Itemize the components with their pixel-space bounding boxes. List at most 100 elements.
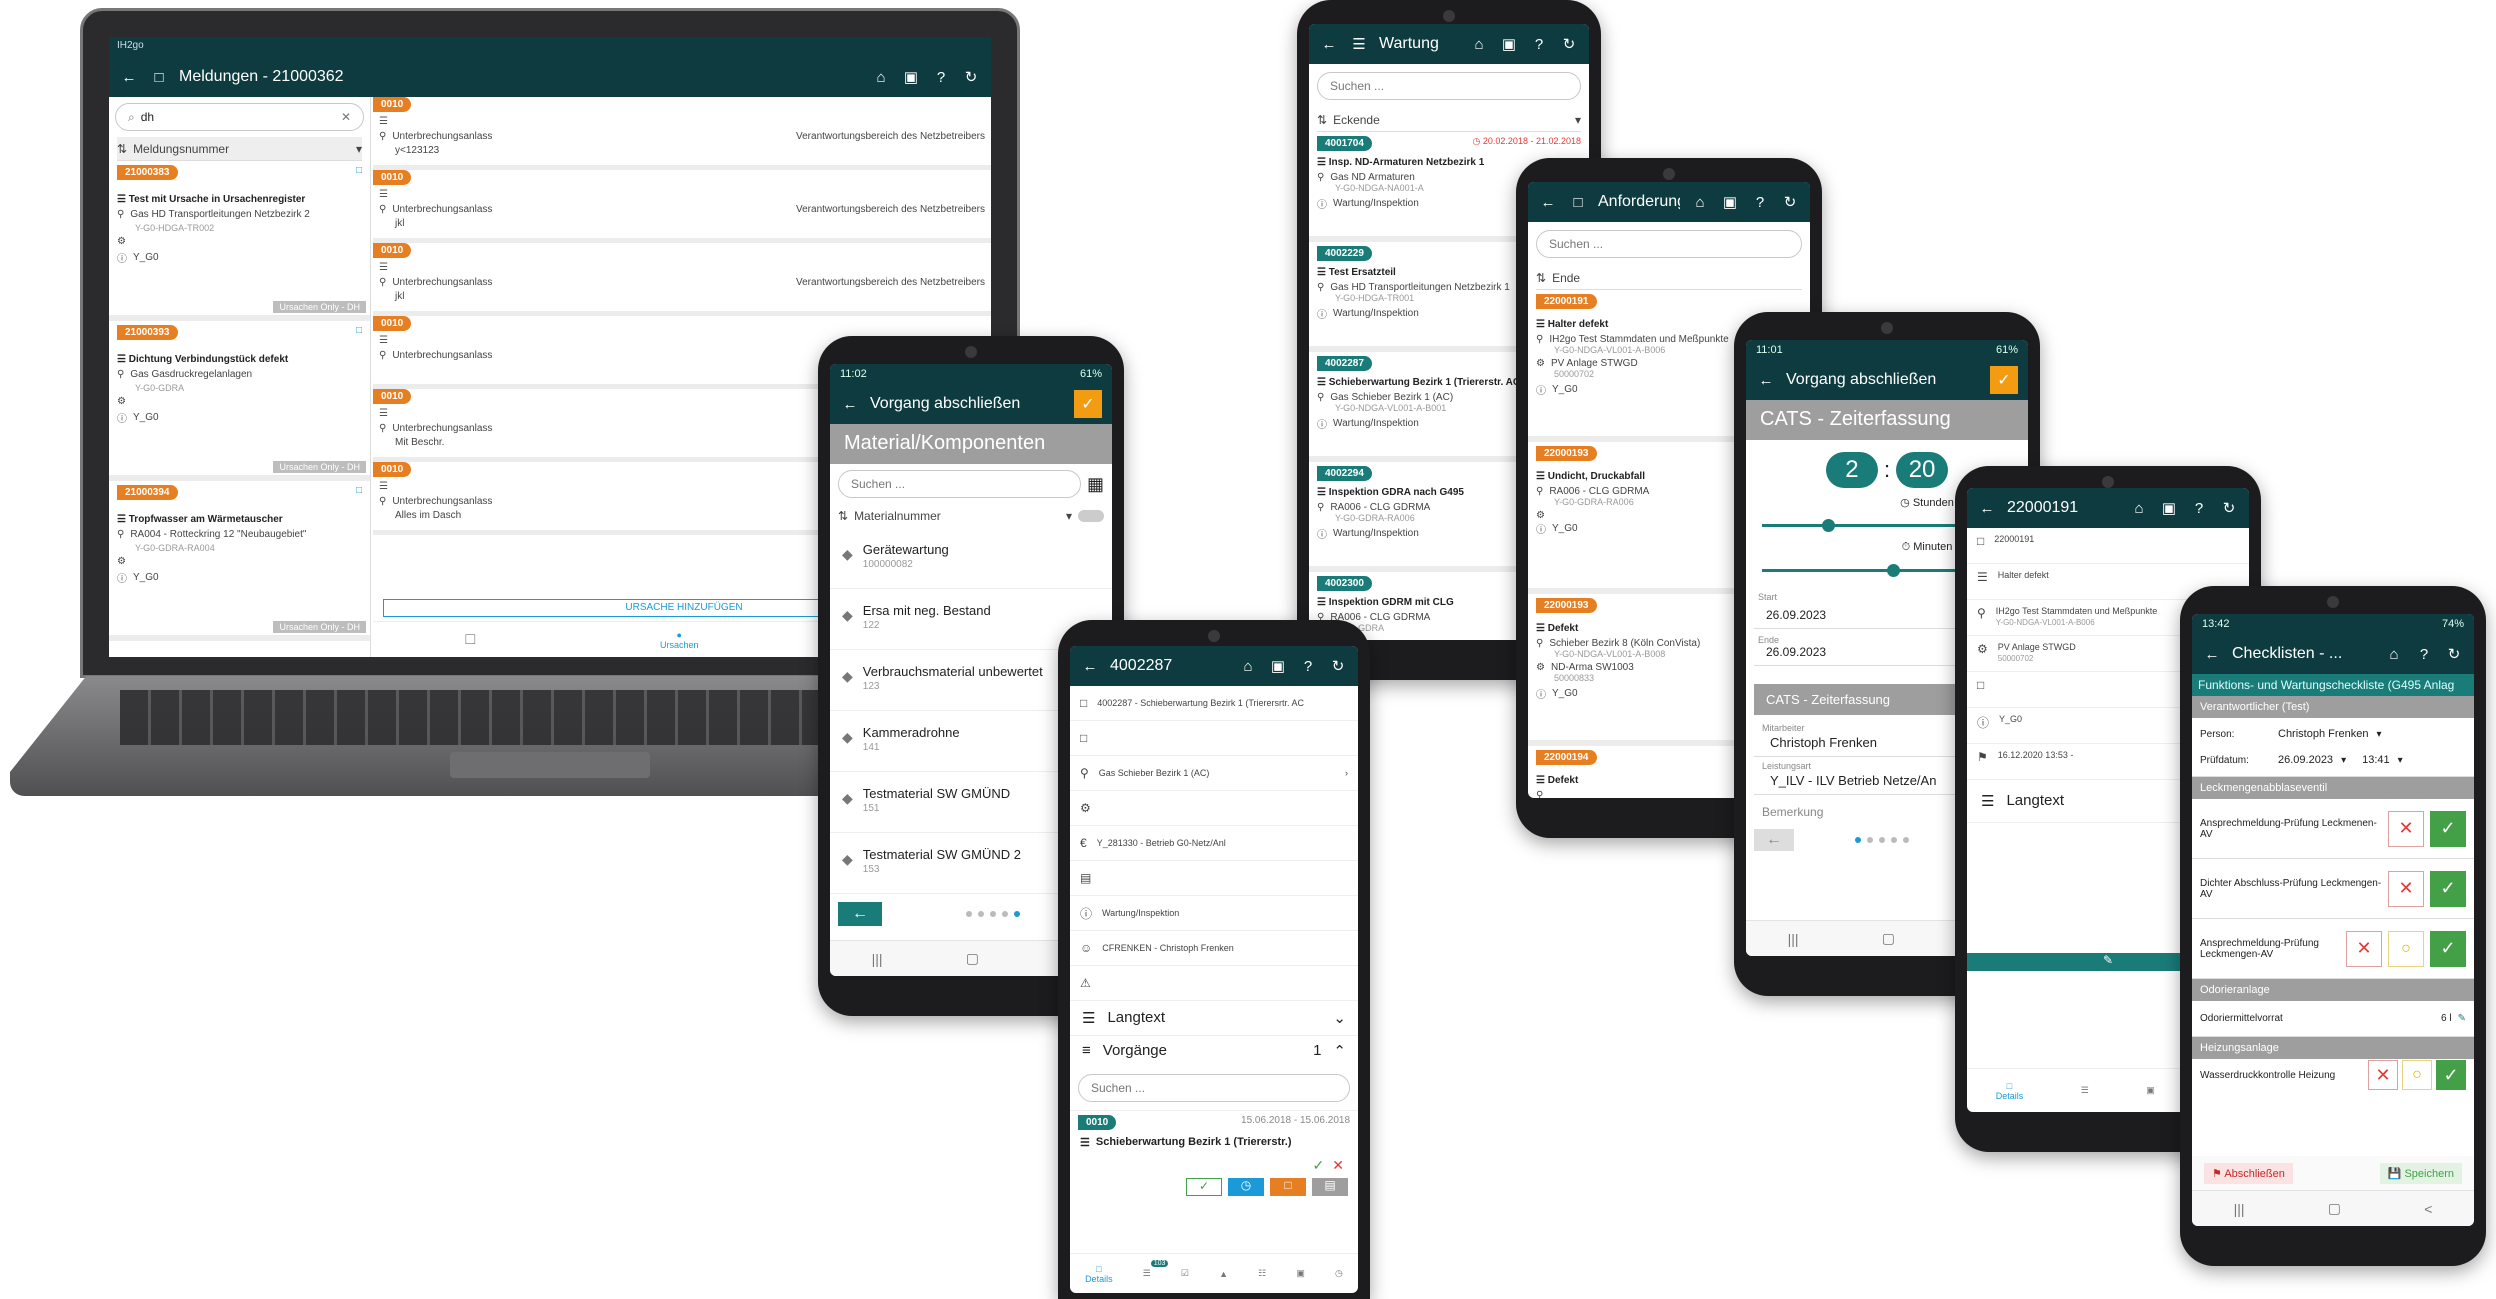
back-arrow-icon[interactable]: ← <box>1319 36 1339 53</box>
help-icon[interactable]: ? <box>2414 646 2434 663</box>
help-icon[interactable]: ? <box>931 69 951 86</box>
fail-button[interactable]: ✕ <box>2388 810 2424 847</box>
material-button[interactable]: □ <box>1270 1178 1306 1196</box>
sync-icon[interactable]: ↻ <box>1780 193 1800 211</box>
tab-details[interactable]: □ Details <box>1996 1081 2024 1101</box>
tab-details[interactable]: □ Details <box>1085 1264 1113 1284</box>
partial-button[interactable]: ○ <box>2402 1060 2432 1090</box>
confirm-check-button[interactable]: ✓ <box>1990 366 2018 394</box>
help-icon[interactable]: ? <box>1750 194 1770 211</box>
home-nav-icon[interactable]: ▢ <box>966 950 979 967</box>
sync-icon[interactable]: ↻ <box>1559 35 1579 53</box>
complete-button[interactable]: ✓ <box>1186 1178 1222 1196</box>
back-arrow-icon[interactable]: ← <box>1538 194 1558 211</box>
confirm-icon[interactable]: ✓ <box>1313 1157 1325 1174</box>
fail-button[interactable]: ✕ <box>2368 1060 2398 1090</box>
pass-button[interactable]: ✓ <box>2430 810 2466 847</box>
hours-value[interactable]: 2 <box>1825 452 1878 488</box>
image-icon[interactable]: ▣ <box>1499 35 1519 53</box>
home-icon[interactable]: ⌂ <box>871 69 891 86</box>
qr-code-icon[interactable]: ▦ <box>1087 474 1104 495</box>
clear-icon[interactable]: ✕ <box>341 110 351 124</box>
search-input[interactable]: Suchen ... <box>838 470 1081 498</box>
sort-select[interactable]: ⇅ Meldungsnummer ▾ <box>117 137 362 161</box>
sort-select[interactable]: ⇅ Ende <box>1536 266 1802 290</box>
cause-item[interactable]: 0010 ☰ ⚲ Unterbrechungsanlass Verantwortun… <box>373 170 991 243</box>
pass-button[interactable]: ✓ <box>2430 870 2466 907</box>
cube-tab-icon[interactable]: ▲ <box>1219 1269 1228 1279</box>
image-icon[interactable]: ▣ <box>901 68 921 86</box>
help-icon[interactable]: ? <box>1529 36 1549 53</box>
detail-row[interactable]: ⚲ Gas Schieber Bezirk 1 (AC) › <box>1070 756 1358 791</box>
time-button[interactable]: ◷ <box>1228 1178 1264 1196</box>
home-icon[interactable]: ⌂ <box>1690 194 1710 211</box>
cause-item[interactable]: 0010 ☰ ⚲ Unterbrechungsanlass Verantwortun… <box>373 243 991 316</box>
image-icon[interactable]: ▣ <box>2159 499 2179 517</box>
home-icon[interactable]: ⌂ <box>1469 36 1489 53</box>
time-select[interactable]: 13:41 <box>2362 754 2390 766</box>
fail-button[interactable]: ✕ <box>2388 870 2424 907</box>
save-button[interactable]: 💾 Speichern <box>2379 1162 2462 1184</box>
back-button[interactable]: ← <box>1754 829 1794 851</box>
sync-icon[interactable]: ↻ <box>2444 645 2464 663</box>
help-icon[interactable]: ? <box>1298 658 1318 675</box>
image-icon[interactable]: ▣ <box>1720 193 1740 211</box>
list-item[interactable]: 21000393 □ ☰ Dichtung Verbindungstück de… <box>109 321 370 481</box>
back-arrow-icon[interactable]: ← <box>119 69 139 86</box>
pass-button[interactable]: ✓ <box>2436 1060 2466 1090</box>
image-tab-icon[interactable]: ▣ <box>1296 1268 1305 1279</box>
cause-item[interactable]: 0010 ☰ ⚲ Unterbrechungsanlass Verantwortun… <box>373 97 991 170</box>
reject-icon[interactable]: ✕ <box>1332 1157 1344 1174</box>
recent-apps-icon[interactable]: ||| <box>1788 931 1799 947</box>
sort-select[interactable]: ⇅ Eckende ▾ <box>1317 108 1581 132</box>
home-nav-icon[interactable]: ▢ <box>1882 930 1895 947</box>
chevron-right-icon[interactable]: › <box>1345 768 1348 778</box>
back-arrow-icon[interactable]: ← <box>840 396 860 413</box>
back-arrow-icon[interactable]: ← <box>2202 646 2222 663</box>
image-tab-icon[interactable]: ▣ <box>2146 1085 2155 1096</box>
back-arrow-icon[interactable]: ← <box>1977 500 1997 517</box>
back-nav-icon[interactable]: < <box>2424 1201 2432 1217</box>
home-icon[interactable]: ⌂ <box>1238 658 1258 675</box>
back-arrow-icon[interactable]: ← <box>1080 658 1100 675</box>
recent-apps-icon[interactable]: ||| <box>2234 1201 2245 1217</box>
list-item[interactable]: 21000383 □ ☰ Test mit Ursache in Ursache… <box>109 161 370 321</box>
list-tab-icon[interactable]: ☰ 103 <box>1143 1260 1169 1279</box>
fail-button[interactable]: ✕ <box>2346 930 2382 967</box>
recent-apps-icon[interactable]: ||| <box>872 951 883 967</box>
odor-value[interactable]: 6 l <box>2441 1013 2452 1024</box>
person-select[interactable]: Christoph Frenken <box>2278 728 2369 740</box>
chevron-down-icon[interactable]: ⌄ <box>1333 1009 1346 1027</box>
date-select[interactable]: 26.09.2023 <box>2278 754 2333 766</box>
search-input[interactable]: ⌕ dh ✕ <box>115 103 364 131</box>
partial-button[interactable]: ○ <box>2388 930 2424 967</box>
sync-icon[interactable]: ↻ <box>1328 657 1348 675</box>
toggle-switch[interactable] <box>1078 510 1104 522</box>
checklist-tab-icon[interactable]: ☑ <box>1181 1268 1189 1279</box>
home-nav-icon[interactable]: ▢ <box>2328 1200 2341 1217</box>
clipboard-tab-icon[interactable]: □ <box>465 631 475 649</box>
search-input[interactable]: Suchen ... <box>1536 230 1802 258</box>
image-icon[interactable]: ▣ <box>1268 657 1288 675</box>
search-input[interactable]: Suchen ... <box>1317 72 1581 100</box>
pencil-icon[interactable]: ✎ <box>2458 1013 2466 1024</box>
list-item[interactable]: 21000394 □ ☰ Tropfwasser am Wärmetausche… <box>109 481 370 641</box>
document-button[interactable]: ▤ <box>1312 1178 1348 1196</box>
operation-title[interactable]: Schieberwartung Bezirk 1 (Triererstr.) <box>1096 1136 1292 1149</box>
sync-icon[interactable]: ↻ <box>2219 499 2239 517</box>
clock-tab-icon[interactable]: ◷ <box>1335 1268 1343 1279</box>
material-item[interactable]: ◆ Gerätewartung 100000082 <box>830 528 1112 589</box>
list-tab-icon[interactable]: ☰ <box>2081 1085 2089 1096</box>
help-icon[interactable]: ? <box>2189 500 2209 517</box>
sync-icon[interactable]: ↻ <box>961 68 981 86</box>
confirm-check-button[interactable]: ✓ <box>1074 390 1102 418</box>
home-icon[interactable]: ⌂ <box>2384 646 2404 663</box>
pass-button[interactable]: ✓ <box>2430 930 2466 967</box>
tab-ursachen[interactable]: ● Ursachen <box>660 630 699 650</box>
finish-button[interactable]: ⚑ Abschließen <box>2204 1162 2293 1184</box>
chevron-up-icon[interactable]: ⌃ <box>1333 1042 1346 1060</box>
hierarchy-tab-icon[interactable]: ☷ <box>1258 1268 1266 1279</box>
back-button[interactable]: ← <box>838 902 882 926</box>
back-arrow-icon[interactable]: ← <box>1756 372 1776 389</box>
search-input[interactable]: Suchen ... <box>1078 1074 1350 1102</box>
